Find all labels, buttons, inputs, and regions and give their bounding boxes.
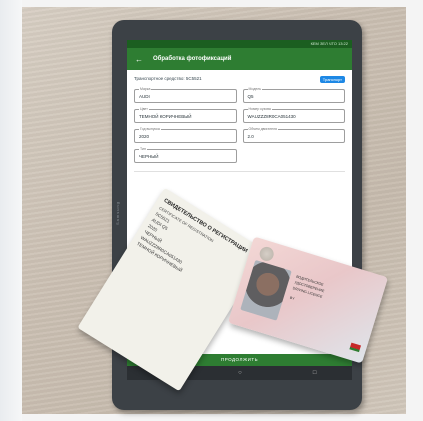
field-label: Номер кузова [247,107,272,111]
field-engine[interactable]: Объем двигателя 2.0 [242,127,345,143]
vehicle-badge[interactable]: Транспорт [319,76,345,83]
form-content: Транспортное средство: 5С5521 Транспорт … [127,70,352,178]
field-label: Модель [247,87,263,91]
field-label: Год выпуска [139,127,161,131]
field-color[interactable]: Цвет ТЕМНОЙ КОРИЧНЕВЫЙ [134,107,237,123]
field-label: Тип [139,147,147,151]
field-value: AUDI [139,94,150,99]
nav-home-icon[interactable]: ○ [238,370,242,376]
field-label: Цвет [139,107,149,111]
brand-label: Samsung [115,201,120,225]
status-bar: КЕМ ЗЕЛ ЧТО 13:22 [127,40,352,48]
fields-grid: Марка AUDI Модель Q5 Цвет ТЕМНОЙ КОРИЧНЕ… [134,87,345,163]
field-value: WAUZZZ8R0CA051430 [247,114,296,119]
field-make[interactable]: Марка AUDI [134,87,237,103]
field-model[interactable]: Модель Q5 [242,87,345,103]
vehicle-label: Транспортное средство: 5С5521 [134,76,202,81]
emblem-icon [257,245,276,263]
field-value: Q5 [247,94,254,99]
field-vin[interactable]: Номер кузова WAUZZZ8R0CA051430 [242,107,345,123]
background-wall [0,0,22,421]
field-year[interactable]: Год выпуска 2020 [134,127,237,143]
field-label: Объем двигателя [247,127,278,131]
portrait-photo [240,259,292,321]
field-value: ТЕМНОЙ КОРИЧНЕВЫЙ [139,114,192,119]
field-value: 2.0 [247,134,254,139]
field-value: 2020 [139,134,150,139]
app-bar: ← Обработка фотофиксаций [127,48,352,70]
field-label: Марка [139,87,152,91]
vehicle-row: Транспортное средство: 5С5521 Транспорт [134,76,345,83]
divider [134,171,345,172]
field-type[interactable]: Тип ЧЕРНЫЙ [134,147,237,163]
licence-line: BY [289,295,295,301]
back-arrow-icon[interactable]: ← [135,55,143,64]
field-value: ЧЕРНЫЙ [139,154,159,159]
nav-recent-icon[interactable]: □ [313,370,317,376]
page-title: Обработка фотофиксаций [153,56,232,62]
flag-icon [349,342,362,353]
